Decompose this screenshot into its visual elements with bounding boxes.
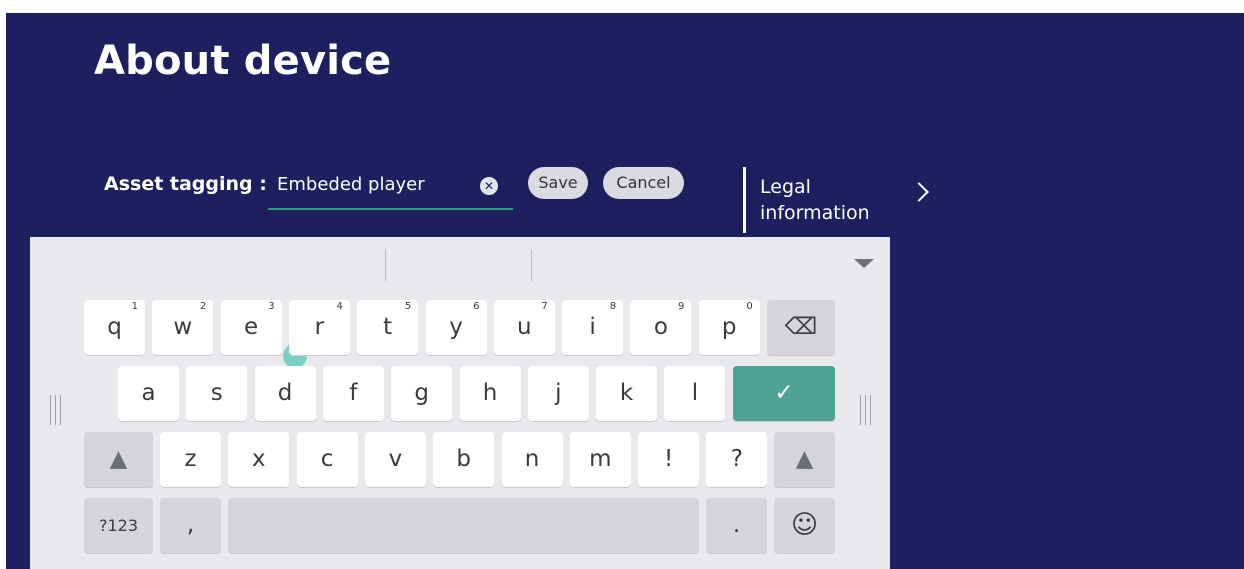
key-b[interactable]: b [433, 432, 495, 487]
key-p[interactable]: p0 [698, 300, 760, 355]
key-g[interactable]: g [391, 366, 453, 421]
key-n[interactable]: n [501, 432, 563, 487]
enter-check-icon[interactable]: ✓ [733, 366, 835, 421]
key-number-hint: 7 [541, 301, 548, 312]
asset-tagging-value: Embeded player [277, 174, 425, 195]
suggestion-divider [385, 249, 386, 281]
key-v[interactable]: v [364, 432, 426, 487]
key-label: m [589, 446, 612, 472]
key-label: j [555, 380, 562, 406]
key-number-hint: 8 [609, 301, 617, 312]
key-number-hint: 6 [473, 301, 480, 312]
key-number-hint: 3 [268, 301, 275, 312]
key-label: a [141, 380, 156, 406]
suggestion-divider [531, 249, 532, 281]
key-label: p [721, 314, 737, 340]
page-title: About device [94, 38, 392, 84]
settings-screen: About device Asset tagging : Embeded pla… [6, 13, 1244, 569]
focus-divider [743, 167, 746, 233]
key-label: d [277, 380, 293, 406]
key-z[interactable]: z [160, 432, 221, 487]
shift-right-icon[interactable]: ▲ [774, 432, 835, 487]
space-bar[interactable] [228, 498, 699, 553]
right-drag-handle-icon[interactable] [860, 395, 874, 425]
key-question[interactable]: ? [706, 432, 768, 487]
period-key[interactable]: . [706, 498, 767, 553]
key-x[interactable]: x [228, 432, 290, 487]
symbols-key[interactable]: ?123 [84, 498, 153, 553]
key-label: o [653, 314, 668, 340]
key-label: t [383, 314, 393, 340]
key-a[interactable]: a [118, 366, 179, 421]
key-m[interactable]: m [569, 432, 631, 487]
key-w[interactable]: w2 [152, 300, 214, 355]
onscreen-keyboard: ⌫ ✓ ▲ ▲ ?123 , . ☺ q1w2e3r4t5y6u7i8o9p0a… [30, 237, 890, 569]
key-o[interactable]: o9 [630, 300, 692, 355]
key-number-hint: 5 [404, 301, 412, 312]
key-number-hint: 4 [336, 301, 343, 312]
key-label: u [517, 314, 532, 340]
key-label: f [349, 380, 358, 406]
asset-tagging-input[interactable]: Embeded player ✕ [268, 168, 513, 210]
key-label: y [449, 314, 463, 340]
key-label: z [184, 446, 197, 472]
key-label: i [589, 314, 596, 340]
key-label: q [107, 314, 122, 340]
key-t[interactable]: t5 [357, 300, 419, 355]
key-i[interactable]: i8 [562, 300, 624, 355]
key-label: s [210, 380, 223, 406]
key-l[interactable]: l [664, 366, 726, 421]
key-label: v [388, 446, 403, 472]
collapse-keyboard-icon[interactable] [854, 259, 874, 268]
key-label: n [524, 446, 540, 472]
key-label: k [619, 380, 634, 406]
key-s[interactable]: s [186, 366, 248, 421]
shift-left-icon[interactable]: ▲ [84, 432, 153, 487]
legal-label-line2: information [760, 202, 870, 224]
key-label: l [691, 380, 699, 406]
key-label: b [456, 446, 471, 472]
key-e[interactable]: e3 [220, 300, 282, 355]
chevron-right-icon[interactable] [909, 182, 929, 202]
legal-information-link[interactable]: Legal information [760, 174, 890, 226]
key-c[interactable]: c [296, 432, 358, 487]
key-number-hint: 2 [199, 301, 207, 312]
key-j[interactable]: j [527, 366, 589, 421]
asset-tagging-label: Asset tagging : [104, 173, 267, 195]
key-label: ! [663, 446, 674, 472]
key-number-hint: 1 [131, 301, 138, 312]
comma-key[interactable]: , [160, 498, 221, 553]
key-exclamation[interactable]: ! [638, 432, 700, 487]
key-u[interactable]: u7 [493, 300, 555, 355]
key-h[interactable]: h [459, 366, 521, 421]
key-label: g [414, 380, 429, 406]
key-y[interactable]: y6 [425, 300, 487, 355]
key-f[interactable]: f [322, 366, 384, 421]
key-label: e [244, 314, 259, 340]
backspace-icon[interactable]: ⌫ [767, 300, 835, 355]
cancel-button[interactable]: Cancel [603, 167, 684, 199]
left-drag-handle-icon[interactable] [50, 395, 64, 425]
key-label: x [251, 446, 266, 472]
key-number-hint: 9 [678, 301, 685, 312]
key-label: w [173, 314, 193, 340]
emoji-icon[interactable]: ☺ [774, 498, 835, 553]
key-label: r [314, 314, 325, 340]
key-k[interactable]: k [596, 366, 658, 421]
clear-icon[interactable]: ✕ [480, 177, 498, 195]
key-q[interactable]: q1 [84, 300, 145, 355]
key-label: h [482, 380, 498, 406]
key-label: c [320, 446, 334, 472]
legal-label-line1: Legal [760, 176, 811, 198]
save-button[interactable]: Save [528, 167, 588, 199]
key-label: ? [730, 446, 743, 472]
key-number-hint: 0 [746, 301, 753, 312]
key-d[interactable]: d [254, 366, 316, 421]
key-r[interactable]: r4 [288, 300, 350, 355]
